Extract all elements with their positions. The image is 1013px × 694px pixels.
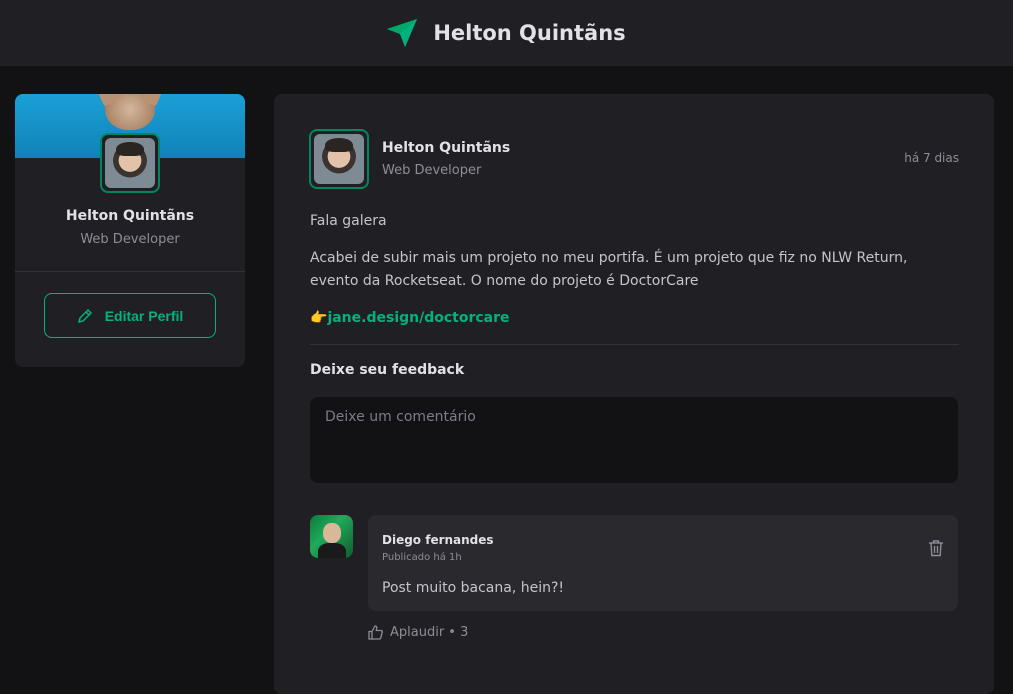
- trash-icon[interactable]: [928, 539, 944, 557]
- post-author-avatar[interactable]: [309, 129, 369, 189]
- thumbs-up-icon: [368, 625, 383, 640]
- avatar-image: [314, 134, 364, 184]
- profile-name: Helton Quintãns: [65, 208, 195, 224]
- pointing-hand-emoji: 👉: [310, 310, 328, 326]
- comment-author-name: Diego fernandes: [382, 533, 494, 547]
- post-author-name: Helton Quintãns: [382, 140, 511, 156]
- comment-timestamp: Publicado há 1h: [382, 552, 462, 563]
- profile-sidebar: Helton Quintãns Web Developer Editar Per…: [15, 94, 245, 367]
- cover-dog-image: [105, 94, 155, 130]
- app-header: Helton Quintãns: [0, 0, 1013, 66]
- edit-profile-label: Editar Perfil: [104, 307, 184, 324]
- pencil-icon: [77, 308, 92, 323]
- profile-role: Web Developer: [80, 232, 180, 247]
- feedback-title: Deixe seu feedback: [310, 362, 465, 378]
- post-card: Helton Quintãns Web Developer há 7 dias …: [274, 94, 994, 694]
- post-greeting: Fala galera: [310, 213, 387, 229]
- post-timestamp: há 7 dias: [904, 151, 959, 165]
- post-link-line: 👉jane.design/doctorcare: [310, 307, 960, 330]
- edit-profile-button[interactable]: Editar Perfil: [44, 293, 216, 338]
- post-link[interactable]: jane.design/doctorcare: [327, 310, 509, 326]
- applaud-button[interactable]: Aplaudir • 3: [368, 625, 468, 640]
- avatar-image: [105, 138, 155, 188]
- applaud-count: 3: [460, 625, 469, 640]
- post-content: Fala galera Acabei de subir mais um proj…: [310, 210, 960, 344]
- comment-text: Post muito bacana, hein?!: [382, 580, 565, 596]
- divider: [310, 344, 959, 345]
- comment-card: Diego fernandes Publicado há 1h Post mui…: [368, 515, 958, 611]
- comment-author-avatar[interactable]: [310, 515, 353, 558]
- divider: [15, 271, 245, 272]
- comment-input[interactable]: [310, 397, 958, 483]
- applaud-separator: •: [444, 625, 461, 640]
- profile-avatar[interactable]: [100, 133, 160, 193]
- header-title: Helton Quintãns: [433, 21, 626, 45]
- post-author-role: Web Developer: [382, 163, 482, 178]
- applaud-label: Aplaudir: [390, 625, 445, 640]
- post-body: Acabei de subir mais um projeto no meu p…: [310, 250, 908, 289]
- paper-plane-icon: [387, 19, 418, 47]
